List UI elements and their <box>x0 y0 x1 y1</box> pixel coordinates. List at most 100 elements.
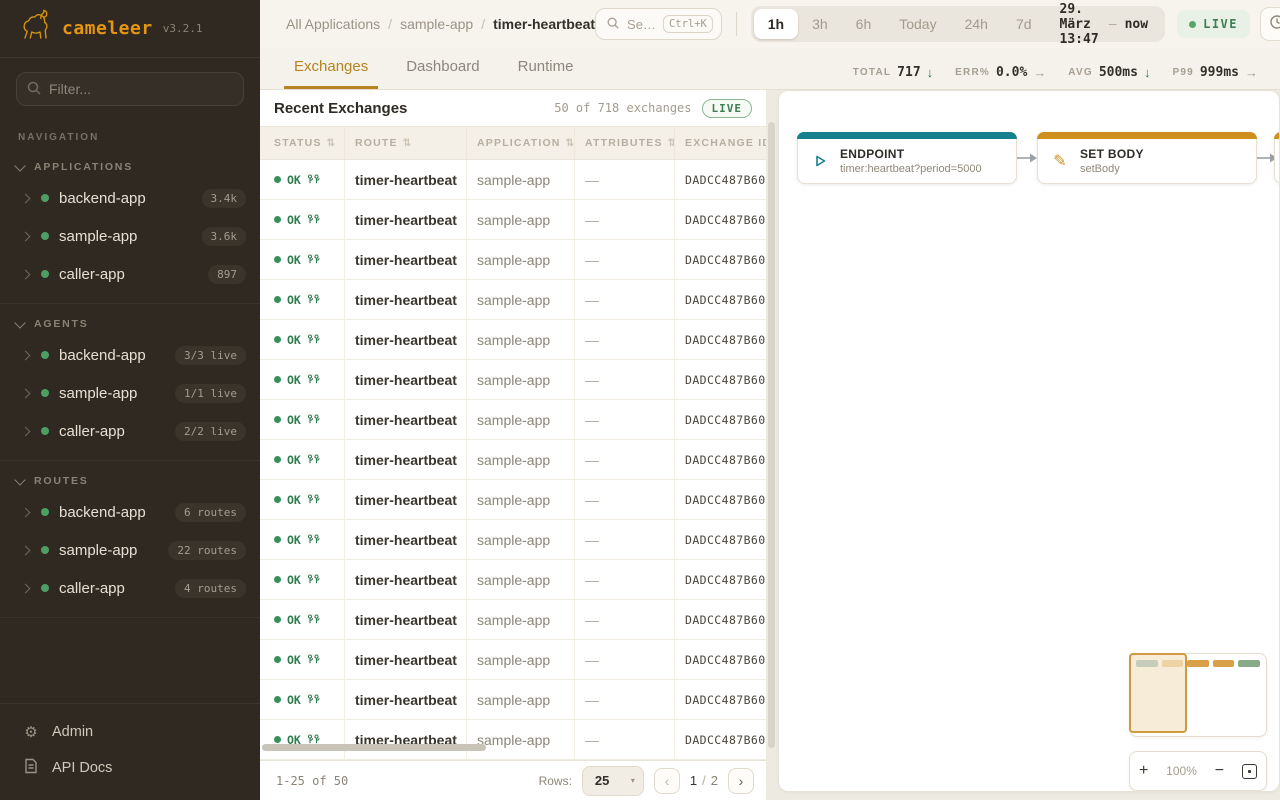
status-text: OK <box>287 453 301 467</box>
column-header-attributes[interactable]: ATTRIBUTES ⇅ <box>575 127 675 159</box>
exchanges-title-row: Recent Exchanges 50 of 718 exchanges LIV… <box>260 90 766 126</box>
table-row[interactable]: OK timer-heartbeat sample-app <box>260 640 766 680</box>
time-range-7d[interactable]: 7d <box>1002 9 1046 39</box>
sidebar-item-application[interactable]: backend-app 3.4k <box>0 179 260 217</box>
table-row[interactable]: OK timer-heartbeat sample-app <box>260 360 766 400</box>
stat-value: 999ms <box>1200 65 1239 80</box>
sidebar-item-agent[interactable]: caller-app 2/2 live <box>0 412 260 450</box>
table-row[interactable]: OK timer-heartbeat sample-app <box>260 280 766 320</box>
time-range-3h[interactable]: 3h <box>798 9 842 39</box>
sidebar-item-api-docs[interactable]: API Docs <box>0 750 260 786</box>
flow-edge-arrow <box>1017 151 1039 165</box>
ok-dot-icon <box>274 536 281 543</box>
cell-attributes: — <box>575 640 675 679</box>
table-row[interactable]: OK timer-heartbeat sample-app <box>260 600 766 640</box>
breadcrumb-root[interactable]: All Applications <box>286 16 380 32</box>
table-row[interactable]: OK timer-heartbeat sample-app <box>260 480 766 520</box>
time-range-1h[interactable]: 1h <box>754 9 798 39</box>
ok-dot-icon <box>274 216 281 223</box>
column-header-status[interactable]: STATUS ⇅ <box>260 127 345 159</box>
time-range-24h[interactable]: 24h <box>951 9 1002 39</box>
refresh-interval-button[interactable] <box>1260 7 1280 41</box>
section-header-applications[interactable]: APPLICATIONS <box>0 153 260 179</box>
section-header-routes[interactable]: ROUTES <box>0 467 260 493</box>
table-row[interactable]: OK timer-heartbeat sample-app <box>260 200 766 240</box>
cell-status: OK <box>260 680 345 719</box>
cell-status: OK <box>260 280 345 319</box>
tab-exchanges[interactable]: Exchanges <box>284 48 378 89</box>
stat-label: P99 <box>1172 67 1193 78</box>
sidebar-item-admin[interactable]: ⚙ Admin <box>0 714 260 750</box>
date-range-display[interactable]: 29. März 13:47 — now <box>1046 2 1163 47</box>
flow-node-set-body[interactable]: ✎ SET BODY setBody <box>1037 132 1257 184</box>
status-dot <box>41 546 49 554</box>
cell-route: timer-heartbeat <box>345 640 467 679</box>
section-header-agents[interactable]: AGENTS <box>0 310 260 336</box>
fork-icon <box>307 252 320 268</box>
main-area: All Applications / sample-app / timer-he… <box>260 0 1280 800</box>
cell-application: sample-app <box>467 440 575 479</box>
flow-node-clipped[interactable] <box>1274 132 1280 184</box>
time-range-today[interactable]: Today <box>885 9 950 39</box>
fork-icon <box>307 452 320 468</box>
exchange-count: 50 of 718 exchanges <box>554 101 691 115</box>
cell-status: OK <box>260 720 345 759</box>
top-bar: All Applications / sample-app / timer-he… <box>260 0 1280 48</box>
table-row[interactable]: OK timer-heartbeat sample-app <box>260 240 766 280</box>
table-row[interactable]: OK timer-heartbeat sample-app <box>260 440 766 480</box>
sidebar-item-route[interactable]: backend-app 6 routes <box>0 493 260 531</box>
sidebar-item-application[interactable]: caller-app 897 <box>0 255 260 293</box>
rows-per-page-select[interactable]: 25 ▾ <box>582 766 644 796</box>
time-range-6h[interactable]: 6h <box>842 9 886 39</box>
fit-view-button[interactable] <box>1242 764 1257 779</box>
sidebar-item-route[interactable]: sample-app 22 routes <box>0 531 260 569</box>
fork-icon <box>307 652 320 668</box>
minimap-node-bar <box>1187 660 1209 667</box>
column-header-route[interactable]: ROUTE ⇅ <box>345 127 467 159</box>
cell-exchange-id: DADCC487B60F8 <box>675 200 766 239</box>
flow-node-endpoint[interactable]: ENDPOINT timer:heartbeat?period=5000 <box>797 132 1017 184</box>
stat-p99: P99 999ms → <box>1172 65 1258 80</box>
route-flow-canvas[interactable]: ENDPOINT timer:heartbeat?period=5000 ✎ S… <box>778 90 1280 792</box>
tab-dashboard[interactable]: Dashboard <box>396 48 489 89</box>
breadcrumb-app[interactable]: sample-app <box>400 16 473 32</box>
date-end: now <box>1125 17 1148 32</box>
ok-dot-icon <box>274 376 281 383</box>
filter-input[interactable] <box>16 72 244 106</box>
sidebar-item-route[interactable]: caller-app 4 routes <box>0 569 260 607</box>
global-search[interactable]: Se… Ctrl+K <box>595 8 722 40</box>
table-row[interactable]: OK timer-heartbeat sample-app <box>260 720 766 760</box>
fork-icon <box>307 612 320 628</box>
tab-runtime[interactable]: Runtime <box>508 48 584 89</box>
flow-minimap[interactable] <box>1129 653 1267 737</box>
cell-attributes: — <box>575 440 675 479</box>
table-row[interactable]: OK timer-heartbeat sample-app <box>260 680 766 720</box>
table-row[interactable]: OK timer-heartbeat sample-app <box>260 160 766 200</box>
zoom-out-button[interactable]: − <box>1215 763 1224 779</box>
prev-page-button[interactable]: ‹ <box>654 768 680 794</box>
fork-icon <box>307 372 320 388</box>
table-row[interactable]: OK timer-heartbeat sample-app <box>260 320 766 360</box>
zoom-level: 100% <box>1166 764 1197 778</box>
cell-status: OK <box>260 640 345 679</box>
horizontal-scrollbar[interactable] <box>262 744 486 751</box>
sidebar-item-agent[interactable]: sample-app 1/1 live <box>0 374 260 412</box>
live-toggle[interactable]: LIVE <box>1177 10 1250 38</box>
search-icon <box>606 16 620 33</box>
count-badge: 3.4k <box>202 189 247 208</box>
cell-status: OK <box>260 400 345 439</box>
row-range-text: 1-25 of 50 <box>276 774 529 788</box>
sidebar-item-agent[interactable]: backend-app 3/3 live <box>0 336 260 374</box>
table-row[interactable]: OK timer-heartbeat sample-app <box>260 520 766 560</box>
column-header-application[interactable]: APPLICATION ⇅ <box>467 127 575 159</box>
pencil-icon: ✎ <box>1050 151 1070 171</box>
sidebar-item-application[interactable]: sample-app 3.6k <box>0 217 260 255</box>
ok-dot-icon <box>274 416 281 423</box>
table-row[interactable]: OK timer-heartbeat sample-app <box>260 560 766 600</box>
vertical-scrollbar[interactable] <box>768 122 775 748</box>
next-page-button[interactable]: › <box>728 768 754 794</box>
minimap-viewport[interactable] <box>1129 653 1187 733</box>
column-header-exchange-id[interactable]: EXCHANGE ID <box>675 127 766 159</box>
table-row[interactable]: OK timer-heartbeat sample-app <box>260 400 766 440</box>
zoom-in-button[interactable]: + <box>1139 763 1148 779</box>
